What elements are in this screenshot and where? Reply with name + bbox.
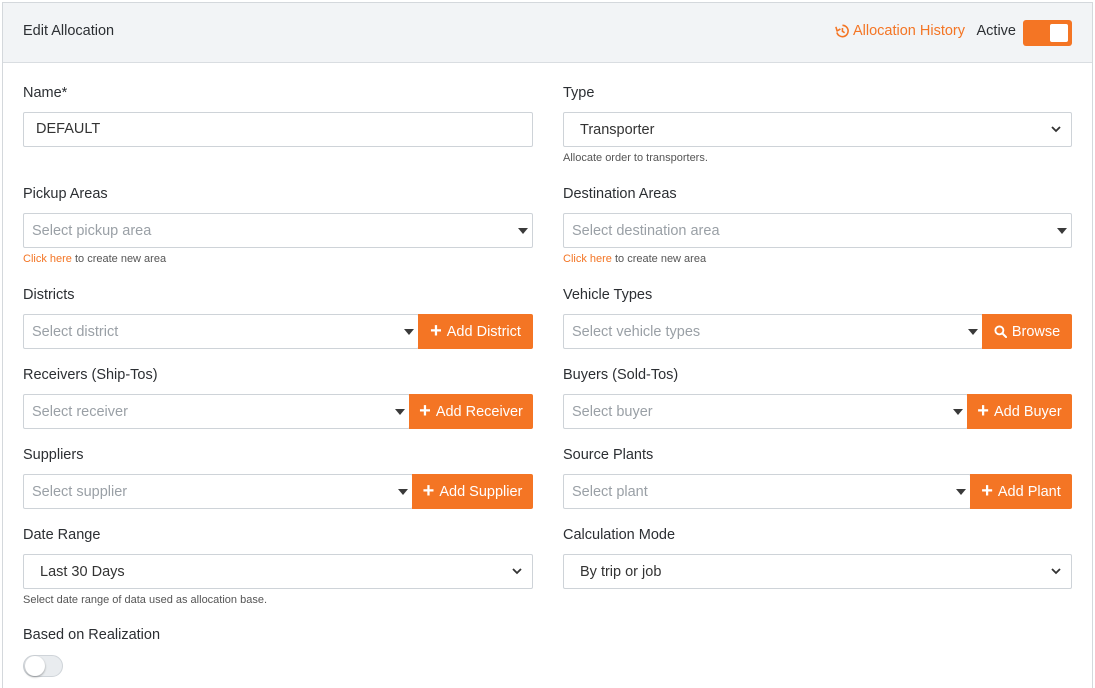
plus-icon: + xyxy=(419,399,431,422)
type-help: Allocate order to transporters. xyxy=(563,152,708,164)
add-supplier-button[interactable]: + Add Supplier xyxy=(412,474,533,509)
source-plants-label: Source Plants xyxy=(563,447,654,463)
chevron-down-icon xyxy=(512,568,522,575)
buyer-placeholder: Select buyer xyxy=(572,403,653,420)
add-supplier-label: Add Supplier xyxy=(439,483,523,500)
plus-icon: + xyxy=(430,319,442,342)
buyer-dropdown[interactable]: Select buyer xyxy=(563,394,968,429)
date-range-label: Date Range xyxy=(23,527,101,543)
pickup-area-dropdown[interactable]: Select pickup area xyxy=(23,213,533,248)
allocation-history-link[interactable]: Allocation History xyxy=(835,23,965,39)
create-destination-area-link[interactable]: Click here xyxy=(563,253,612,265)
date-range-select[interactable]: Last 30 Days xyxy=(23,554,533,589)
page-title: Edit Allocation xyxy=(23,23,115,39)
destination-area-placeholder: Select destination area xyxy=(572,222,720,239)
pickup-area-help-text: to create new area xyxy=(71,253,167,265)
toggle-knob xyxy=(25,656,45,676)
type-select[interactable]: Transporter xyxy=(563,112,1072,147)
add-buyer-label: Add Buyer xyxy=(993,403,1062,420)
caret-down-icon xyxy=(398,489,408,495)
pickup-areas-label: Pickup Areas xyxy=(23,186,108,202)
caret-down-icon xyxy=(395,409,405,415)
caret-down-icon xyxy=(518,228,528,234)
based-on-realization-toggle[interactable] xyxy=(23,655,63,677)
district-placeholder: Select district xyxy=(32,323,119,340)
caret-down-icon xyxy=(1057,228,1067,234)
name-label: Name* xyxy=(23,85,68,101)
pickup-area-placeholder: Select pickup area xyxy=(32,222,152,239)
chevron-down-icon xyxy=(1051,568,1061,575)
caret-down-icon xyxy=(968,329,978,335)
active-label: Active xyxy=(976,23,1017,39)
active-toggle[interactable] xyxy=(1023,20,1072,46)
create-pickup-area-link[interactable]: Click here xyxy=(23,253,72,265)
caret-down-icon xyxy=(404,329,414,335)
suppliers-label: Suppliers xyxy=(23,447,84,463)
plus-icon: + xyxy=(422,479,435,502)
date-range-help: Select date range of data used as alloca… xyxy=(23,594,268,606)
calculation-mode-value: By trip or job xyxy=(580,563,662,580)
browse-label: Browse xyxy=(1011,323,1061,340)
plant-placeholder: Select plant xyxy=(572,483,648,500)
type-label: Type xyxy=(563,85,595,101)
panel-header: Edit Allocation Allocation History Activ… xyxy=(3,3,1092,63)
add-district-label: Add District xyxy=(446,323,521,340)
toggle-knob xyxy=(1050,24,1068,42)
plus-icon: + xyxy=(977,399,989,422)
destination-area-help: Click here to create new area xyxy=(563,253,706,265)
chevron-down-icon xyxy=(1051,126,1061,133)
buyers-label: Buyers (Sold-Tos) xyxy=(563,367,679,383)
allocation-history-label: Allocation History xyxy=(852,23,965,39)
calculation-mode-label: Calculation Mode xyxy=(563,527,676,543)
caret-down-icon xyxy=(953,409,963,415)
search-icon xyxy=(994,325,1007,338)
name-input[interactable]: DEFAULT xyxy=(23,112,533,147)
calculation-mode-select[interactable]: By trip or job xyxy=(563,554,1072,589)
destination-areas-label: Destination Areas xyxy=(563,186,677,202)
districts-label: Districts xyxy=(23,287,75,303)
pickup-area-help: Click here to create new area xyxy=(23,253,166,265)
add-plant-label: Add Plant xyxy=(997,483,1061,500)
based-on-realization-label: Based on Realization xyxy=(23,627,161,643)
caret-down-icon xyxy=(956,489,966,495)
supplier-dropdown[interactable]: Select supplier xyxy=(23,474,413,509)
add-receiver-button[interactable]: + Add Receiver xyxy=(409,394,533,429)
add-receiver-label: Add Receiver xyxy=(435,403,523,420)
history-icon xyxy=(835,24,849,38)
destination-area-dropdown[interactable]: Select destination area xyxy=(563,213,1072,248)
vehicle-types-label: Vehicle Types xyxy=(563,287,653,303)
district-dropdown[interactable]: Select district xyxy=(23,314,419,349)
date-range-value: Last 30 Days xyxy=(40,563,125,580)
add-plant-button[interactable]: + Add Plant xyxy=(970,474,1072,509)
vehicle-types-placeholder: Select vehicle types xyxy=(572,323,701,340)
plant-dropdown[interactable]: Select plant xyxy=(563,474,971,509)
receiver-dropdown[interactable]: Select receiver xyxy=(23,394,410,429)
receivers-label: Receivers (Ship-Tos) xyxy=(23,367,158,383)
receiver-placeholder: Select receiver xyxy=(32,403,128,420)
supplier-placeholder: Select supplier xyxy=(32,483,128,500)
add-buyer-button[interactable]: + Add Buyer xyxy=(967,394,1072,429)
add-district-button[interactable]: + Add District xyxy=(418,314,533,349)
plus-icon: + xyxy=(981,479,993,502)
destination-area-help-text: to create new area xyxy=(611,253,707,265)
vehicle-types-dropdown[interactable]: Select vehicle types xyxy=(563,314,983,349)
type-select-value: Transporter xyxy=(580,121,655,138)
browse-button[interactable]: Browse xyxy=(982,314,1072,349)
